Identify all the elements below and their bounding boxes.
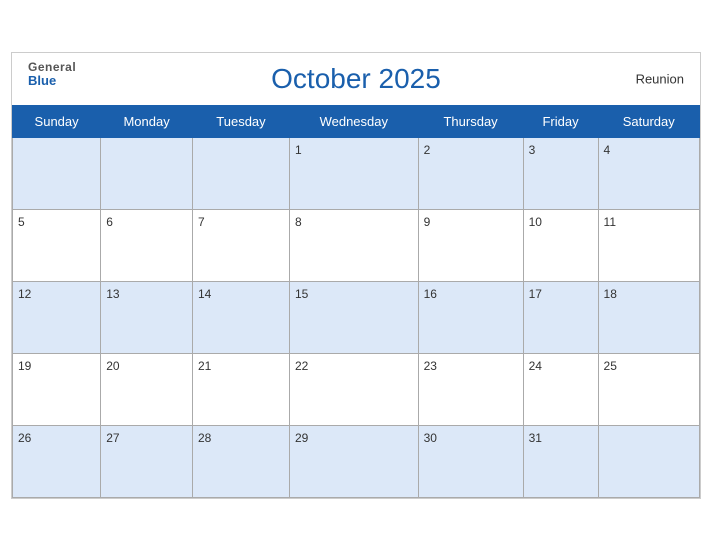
day-number: 25: [604, 359, 617, 373]
calendar-day-cell: 16: [418, 281, 523, 353]
calendar-day-cell: 27: [101, 425, 193, 497]
calendar-week-row: 26 27 28 29 30 31: [13, 425, 700, 497]
logo-general-text: General: [28, 61, 76, 74]
calendar-day-cell: 7: [192, 209, 289, 281]
day-number: 13: [106, 287, 119, 301]
calendar-day-cell: 30: [418, 425, 523, 497]
header-sunday: Sunday: [13, 105, 101, 137]
day-number: 2: [424, 143, 431, 157]
calendar-day-cell: 9: [418, 209, 523, 281]
day-number: 31: [529, 431, 542, 445]
day-number: 29: [295, 431, 308, 445]
calendar-day-cell: 21: [192, 353, 289, 425]
header-tuesday: Tuesday: [192, 105, 289, 137]
calendar-day-cell: 14: [192, 281, 289, 353]
day-number: 7: [198, 215, 205, 229]
calendar-day-cell: 5: [13, 209, 101, 281]
day-number: 30: [424, 431, 437, 445]
calendar-week-row: 1 2 3 4: [13, 137, 700, 209]
month-title: October 2025: [271, 63, 441, 95]
logo: General Blue: [28, 61, 76, 88]
header-wednesday: Wednesday: [289, 105, 418, 137]
calendar-day-cell: 17: [523, 281, 598, 353]
calendar-week-row: 12 13 14 15 16 17 18: [13, 281, 700, 353]
logo-blue-text: Blue: [28, 74, 76, 88]
calendar-week-row: 5 6 7 8 9 10 11: [13, 209, 700, 281]
day-number: 5: [18, 215, 25, 229]
day-number: 15: [295, 287, 308, 301]
calendar: General Blue October 2025 Reunion Sunday…: [11, 52, 701, 499]
day-number: 18: [604, 287, 617, 301]
day-number: 8: [295, 215, 302, 229]
header-monday: Monday: [101, 105, 193, 137]
weekday-header-row: Sunday Monday Tuesday Wednesday Thursday…: [13, 105, 700, 137]
day-number: 24: [529, 359, 542, 373]
day-number: 26: [18, 431, 31, 445]
calendar-day-cell: 11: [598, 209, 699, 281]
calendar-day-cell: 13: [101, 281, 193, 353]
day-number: 19: [18, 359, 31, 373]
calendar-table: Sunday Monday Tuesday Wednesday Thursday…: [12, 105, 700, 498]
day-number: 12: [18, 287, 31, 301]
calendar-day-cell: 31: [523, 425, 598, 497]
calendar-day-cell: 3: [523, 137, 598, 209]
day-number: 10: [529, 215, 542, 229]
calendar-day-cell: 15: [289, 281, 418, 353]
calendar-day-cell: 12: [13, 281, 101, 353]
calendar-header: General Blue October 2025 Reunion: [12, 53, 700, 105]
calendar-day-cell: 6: [101, 209, 193, 281]
calendar-day-cell: 2: [418, 137, 523, 209]
calendar-day-cell: 8: [289, 209, 418, 281]
calendar-day-cell: 24: [523, 353, 598, 425]
day-number: 22: [295, 359, 308, 373]
region-label: Reunion: [636, 71, 684, 86]
day-number: 16: [424, 287, 437, 301]
calendar-day-cell: 18: [598, 281, 699, 353]
day-number: 21: [198, 359, 211, 373]
calendar-day-cell: [192, 137, 289, 209]
day-number: 4: [604, 143, 611, 157]
day-number: 20: [106, 359, 119, 373]
calendar-day-cell: 19: [13, 353, 101, 425]
header-thursday: Thursday: [418, 105, 523, 137]
calendar-day-cell: 28: [192, 425, 289, 497]
calendar-day-cell: 22: [289, 353, 418, 425]
day-number: 27: [106, 431, 119, 445]
day-number: 23: [424, 359, 437, 373]
calendar-day-cell: 26: [13, 425, 101, 497]
header-saturday: Saturday: [598, 105, 699, 137]
calendar-day-cell: 25: [598, 353, 699, 425]
day-number: 14: [198, 287, 211, 301]
day-number: 11: [604, 215, 616, 229]
day-number: 28: [198, 431, 211, 445]
day-number: 1: [295, 143, 302, 157]
day-number: 3: [529, 143, 536, 157]
calendar-day-cell: [101, 137, 193, 209]
calendar-day-cell: [598, 425, 699, 497]
calendar-day-cell: 20: [101, 353, 193, 425]
day-number: 9: [424, 215, 431, 229]
calendar-day-cell: 29: [289, 425, 418, 497]
calendar-day-cell: 4: [598, 137, 699, 209]
header-friday: Friday: [523, 105, 598, 137]
day-number: 17: [529, 287, 542, 301]
calendar-day-cell: 10: [523, 209, 598, 281]
calendar-day-cell: 1: [289, 137, 418, 209]
calendar-day-cell: 23: [418, 353, 523, 425]
calendar-week-row: 19 20 21 22 23 24 25: [13, 353, 700, 425]
day-number: 6: [106, 215, 113, 229]
calendar-day-cell: [13, 137, 101, 209]
